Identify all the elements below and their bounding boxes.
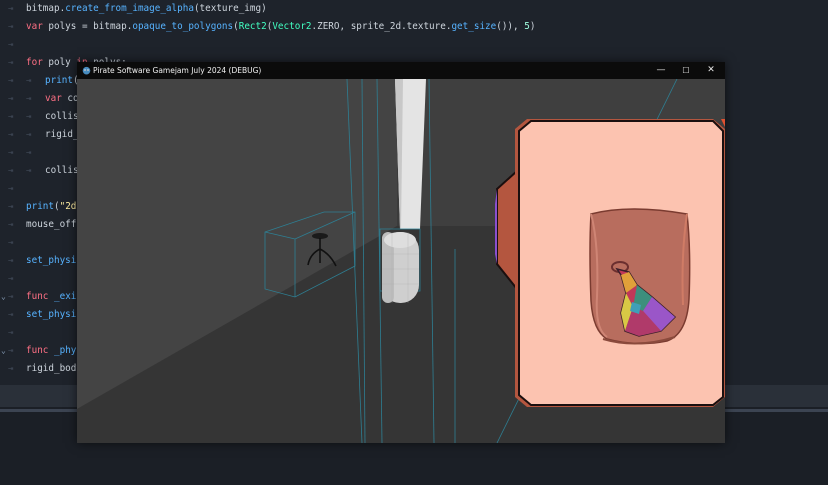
tab-indicator-icon: ⇥ [26,76,32,86]
tab-indicator-icon: ⇥ [8,166,14,176]
game-viewport[interactable] [77,79,725,443]
code-token: print [26,201,54,212]
tab-indicator-icon: ⇥ [26,166,32,176]
tab-indicator-icon: ⇥ [8,40,14,50]
code-token: func [26,345,49,356]
tab-indicator-icon: ⇥ [8,202,14,212]
tab-indicator-icon: ⇥ [8,4,14,14]
code-line[interactable]: ⇥ var polys = bitmap.opaque_to_polygons(R… [0,18,828,36]
item-card[interactable] [495,119,725,407]
code-token: var [26,21,43,32]
godot-icon [82,66,91,75]
player-capsule [382,232,419,303]
code-token: get_size [451,21,497,32]
tab-indicator-icon: ⇥ [26,112,32,122]
code-token: Rect2 [238,21,267,32]
tab-indicator-icon: ⇥ [8,256,14,266]
tab-indicator-icon: ⇥ [8,94,14,104]
code-line[interactable]: ⇥ bitmap.create_from_image_alpha(texture_… [0,0,828,18]
tab-indicator-icon: ⇥ [8,238,14,248]
fold-arrow-icon[interactable]: ⌄ [1,342,6,360]
code-token: Vector2 [272,21,312,32]
code-token: poly [42,57,77,68]
close-button[interactable]: ✕ [700,62,722,79]
scene-render[interactable] [77,79,725,443]
tab-indicator-icon: ⇥ [8,310,14,320]
tab-indicator-icon: ⇥ [8,112,14,122]
code-token: polys = bitmap. [42,21,133,32]
tab-indicator-icon: ⇥ [8,274,14,284]
code-text: bitmap.create_from_image_alpha(texture_i… [26,0,267,18]
code-token: for [26,57,43,68]
code-token: create_from_image_alpha [65,3,194,14]
minimize-button[interactable]: — [650,62,672,79]
tab-indicator-icon: ⇥ [8,184,14,194]
tab-indicator-icon: ⇥ [8,22,14,32]
code-token: opaque_to_polygons [132,21,234,32]
code-token: ()), [496,21,525,32]
code-token: (texture_img) [193,3,267,14]
tab-indicator-icon: ⇥ [8,76,14,86]
tab-indicator-icon: ⇥ [8,220,14,230]
tab-indicator-icon: ⇥ [26,130,32,140]
tab-indicator-icon: ⇥ [8,292,14,302]
code-token: func [26,291,49,302]
tab-indicator-icon: ⇥ [8,364,14,374]
window-title: Pirate Software Gamejam July 2024 (DEBUG… [93,66,262,75]
code-token: print [45,75,73,86]
tab-indicator-icon: ⇥ [8,346,14,356]
tab-indicator-icon: ⇥ [26,94,32,104]
code-token: ) [529,21,536,32]
game-debug-window[interactable]: Pirate Software Gamejam July 2024 (DEBUG… [77,62,725,443]
code-token: bitmap. [26,3,66,14]
code-token: var [45,93,62,104]
tab-indicator-icon: ⇥ [8,58,14,68]
maximize-button[interactable]: ☐ [675,62,697,79]
tab-indicator-icon: ⇥ [26,148,32,158]
tab-indicator-icon: ⇥ [8,148,14,158]
code-token: .ZERO, sprite_2d.texture. [311,21,452,32]
tab-indicator-icon: ⇥ [8,130,14,140]
fold-arrow-icon[interactable]: ⌄ [1,288,6,306]
tab-indicator-icon: ⇥ [8,328,14,338]
code-text: var polys = bitmap.opaque_to_polygons(Re… [26,18,535,36]
window-titlebar[interactable]: Pirate Software Gamejam July 2024 (DEBUG… [77,62,725,79]
code-line[interactable]: ⇥ [0,36,828,54]
